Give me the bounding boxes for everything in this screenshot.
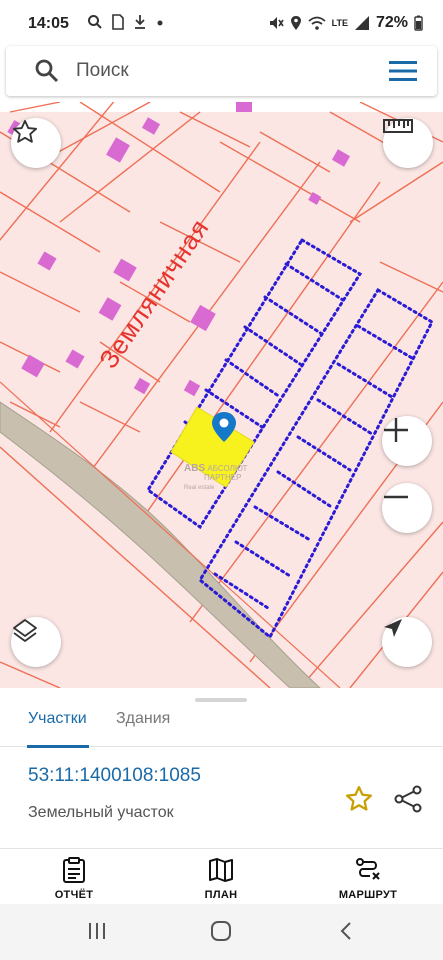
navigation-arrow-icon [384, 619, 402, 637]
tab-parcels[interactable]: Участки [28, 710, 87, 728]
system-nav-bar [0, 904, 443, 960]
plus-icon [384, 418, 408, 442]
my-location-button[interactable] [382, 617, 432, 667]
watermark: ABS АБСОЛЮТ ПАРТНЕР Real estate [184, 464, 247, 493]
hamburger-menu-icon[interactable] [389, 59, 417, 83]
tab-buildings[interactable]: Здания [116, 710, 170, 728]
map-canvas[interactable] [0, 102, 443, 688]
nav-plan-label: ПЛАН [204, 889, 238, 901]
zoom-out-button[interactable] [382, 483, 432, 533]
home-icon[interactable] [210, 920, 232, 942]
status-right-icons: LTE 72% [268, 14, 423, 32]
network-type: LTE [331, 18, 348, 28]
dot-icon [157, 20, 163, 26]
route-icon [356, 858, 380, 880]
star-outline-icon [12, 119, 38, 143]
clipboard-icon [63, 857, 85, 883]
wifi-icon [308, 16, 326, 30]
status-bar: 14:05 LTE 72% [0, 0, 443, 46]
back-icon[interactable] [336, 920, 358, 942]
nav-plan[interactable]: ПЛАН [176, 857, 266, 901]
map-icon [209, 858, 233, 882]
favorites-button[interactable] [11, 118, 61, 168]
watermark-line2: ПАРТНЕР [204, 473, 242, 482]
download-icon [135, 15, 145, 29]
watermark-line1: АБСОЛЮТ [207, 464, 248, 473]
watermark-line3: Real estate [184, 485, 215, 491]
search-icon[interactable] [34, 58, 60, 84]
cadastral-number[interactable]: 53:11:1400108:1085 [28, 765, 201, 787]
battery-icon [414, 15, 423, 31]
search-icon [88, 15, 102, 29]
tab-bar: Участки Здания [0, 702, 443, 748]
nav-route[interactable]: МАРШРУТ [323, 857, 413, 901]
measure-button[interactable] [383, 118, 433, 168]
minus-icon [384, 495, 408, 499]
location-icon [290, 16, 301, 30]
favorite-star-icon[interactable] [344, 784, 374, 814]
signal-icon [354, 16, 369, 30]
layers-icon [13, 619, 37, 642]
mute-icon [269, 17, 284, 29]
zoom-in-button[interactable] [382, 416, 432, 466]
ruler-icon [383, 119, 413, 133]
status-left-icons [87, 14, 165, 30]
battery-percent: 72% [375, 14, 408, 31]
search-bar[interactable]: Поиск [6, 46, 437, 96]
document-icon [112, 14, 124, 30]
bottom-sheet: Участки Здания 53:11:1400108:1085 Земель… [0, 688, 443, 960]
recent-apps-icon[interactable] [86, 920, 108, 942]
share-icon[interactable] [393, 784, 423, 814]
status-time: 14:05 [28, 15, 69, 32]
parcel-type: Земельный участок [28, 804, 174, 821]
search-input[interactable]: Поиск [76, 60, 129, 82]
active-tab-indicator [27, 745, 89, 748]
nav-route-label: МАРШРУТ [338, 889, 398, 901]
cadastral-map[interactable]: Земляничная ABS АБСОЛЮТ ПАРТНЕР Real est… [0, 102, 443, 688]
layers-button[interactable] [11, 617, 61, 667]
nav-report[interactable]: ОТЧЁТ [29, 857, 119, 901]
nav-report-label: ОТЧЁТ [54, 889, 94, 901]
bottom-nav: ОТЧЁТ ПЛАН МАРШРУТ [0, 848, 443, 904]
